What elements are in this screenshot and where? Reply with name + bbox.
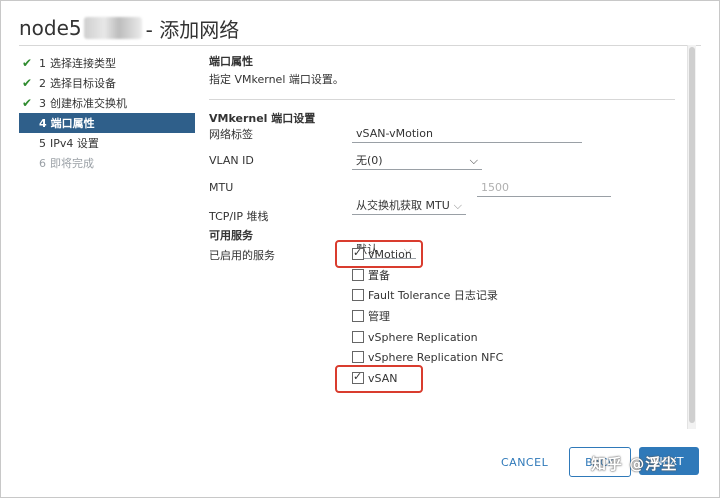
- section-divider: [209, 99, 675, 100]
- step-1[interactable]: ✔ 1 选择连接类型: [19, 53, 195, 73]
- step-label: IPv4 设置: [50, 137, 99, 150]
- network-label-label: 网络标签: [209, 128, 253, 141]
- service-vsphere-replication-nfc[interactable]: vSphere Replication NFC: [352, 349, 503, 365]
- service-label: 置备: [368, 269, 390, 282]
- step-label: 端口属性: [50, 117, 95, 130]
- step-6: 6 即将完成: [19, 153, 195, 173]
- step-number: 6: [39, 156, 46, 170]
- step-label: 即将完成: [50, 157, 94, 170]
- service-fault-tolerance[interactable]: Fault Tolerance 日志记录: [352, 287, 498, 303]
- step-number: 3: [39, 96, 46, 110]
- step-5[interactable]: 5 IPv4 设置: [19, 133, 195, 153]
- section-title: 端口属性: [209, 55, 253, 68]
- add-network-dialog: node5 - 添加网络 ✔ 1 选择连接类型 ✔ 2 选择目标设备 ✔ 3 创…: [0, 0, 720, 498]
- step-label: 选择连接类型: [50, 57, 116, 70]
- mtu-select[interactable]: 从交换机获取 MTU ⌵: [352, 197, 466, 215]
- content-panel: 端口属性 指定 VMkernel 端口设置。 VMkernel 端口设置: [209, 53, 675, 128]
- checkbox[interactable]: [352, 289, 364, 301]
- step-number: 4: [39, 116, 47, 130]
- step-3[interactable]: ✔ 3 创建标准交换机: [19, 93, 195, 113]
- mtu-select-value: 从交换机获取 MTU: [356, 199, 450, 212]
- tcpip-stack-label: TCP/IP 堆栈: [209, 210, 269, 223]
- step-label: 选择目标设备: [50, 77, 116, 90]
- step-label: 创建标准交换机: [50, 97, 127, 110]
- redacted-host-suffix: [83, 17, 142, 39]
- service-vsphere-replication[interactable]: vSphere Replication: [352, 329, 478, 345]
- step-number: 5: [39, 136, 46, 150]
- check-icon: ✔: [21, 96, 33, 110]
- service-management[interactable]: 管理: [352, 308, 390, 324]
- checkbox[interactable]: [352, 269, 364, 281]
- title-divider: [19, 45, 701, 46]
- wizard-steps: ✔ 1 选择连接类型 ✔ 2 选择目标设备 ✔ 3 创建标准交换机 4 端口属性…: [19, 53, 195, 173]
- step-number: 2: [39, 76, 46, 90]
- cancel-button[interactable]: CANCEL: [501, 456, 548, 469]
- mtu-input[interactable]: 1500: [477, 179, 611, 197]
- chevron-down-icon: ⌵: [469, 154, 478, 167]
- service-label: vSphere Replication NFC: [368, 350, 504, 364]
- service-provisioning[interactable]: 置备: [352, 267, 390, 283]
- step-number: 1: [39, 56, 46, 70]
- check-icon: ✔: [21, 76, 33, 90]
- dialog-title-text: - 添加网络: [145, 17, 240, 42]
- vmotion-highlight-box: [335, 240, 423, 268]
- check-icon: ✔: [21, 56, 33, 70]
- checkbox[interactable]: [352, 331, 364, 343]
- vlan-id-label: VLAN ID: [209, 154, 254, 167]
- scrollbar[interactable]: [687, 45, 696, 429]
- network-label-input[interactable]: vSAN-vMotion: [352, 125, 582, 143]
- vlan-id-value: 无(0): [356, 154, 383, 167]
- vsan-highlight-box: [335, 365, 423, 393]
- dialog-title: node5 - 添加网络: [19, 11, 239, 45]
- enabled-services-label: 已启用的服务: [209, 249, 275, 262]
- scroll-thumb[interactable]: [689, 47, 695, 423]
- section-description: 指定 VMkernel 端口设置。: [209, 73, 344, 86]
- checkbox[interactable]: [352, 310, 364, 322]
- vlan-id-select[interactable]: 无(0) ⌵: [352, 152, 482, 170]
- services-heading: 可用服务: [209, 229, 253, 242]
- host-name: node5: [19, 16, 82, 40]
- service-label: vSphere Replication: [368, 330, 478, 344]
- step-4[interactable]: 4 端口属性: [19, 113, 195, 133]
- service-label: 管理: [368, 310, 390, 323]
- service-label: Fault Tolerance 日志记录: [368, 289, 498, 302]
- checkbox[interactable]: [352, 351, 364, 363]
- watermark: 知乎 @浮尘: [591, 455, 678, 473]
- step-2[interactable]: ✔ 2 选择目标设备: [19, 73, 195, 93]
- mtu-label: MTU: [209, 181, 234, 194]
- chevron-down-icon: ⌵: [453, 199, 462, 212]
